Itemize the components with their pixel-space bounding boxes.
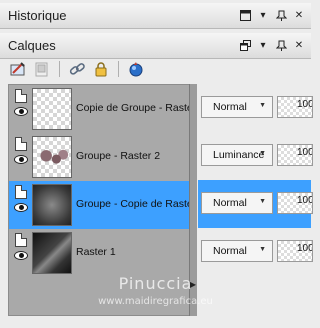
lock-icon[interactable] (91, 60, 111, 78)
dropdown-arrow-icon: ▼ (259, 150, 266, 157)
blend-mode-value: Normal (213, 245, 247, 257)
layer-thumbnail (32, 88, 72, 130)
calques-title: Calques (8, 38, 56, 53)
layers-toolbar (0, 58, 311, 80)
new-raster-layer-icon[interactable] (8, 60, 28, 78)
dropdown-arrow-icon[interactable]: ▾ (257, 40, 269, 52)
layer-thumbnail (32, 232, 72, 274)
layer-row[interactable]: Copie de Groupe - Raster 2 (9, 85, 205, 133)
layer-name[interactable]: Copie de Groupe - Raster 2 (76, 102, 205, 114)
layer-row-selected[interactable]: Groupe - Copie de Raster 1 (9, 181, 205, 229)
visibility-eye-icon[interactable] (14, 155, 28, 164)
layer-row[interactable]: Raster 1 (9, 229, 196, 277)
layer-thumbnail (32, 184, 72, 226)
layer-page-icon[interactable] (15, 233, 27, 247)
calques-panel-header[interactable]: Calques ▾ ✕ (0, 33, 311, 59)
layer-properties-row-selected: Normal ▼ 100 (198, 180, 313, 228)
dropdown-arrow-icon: ▼ (259, 246, 266, 253)
layer-page-icon[interactable] (15, 185, 27, 199)
layer-row[interactable]: Groupe - Raster 2 (9, 133, 196, 181)
toolbar-separator (59, 61, 60, 77)
link-icon[interactable] (67, 60, 87, 78)
blend-mode-value: Normal (213, 101, 247, 113)
blend-mode-select[interactable]: Normal ▼ (201, 192, 273, 214)
layer-page-icon[interactable] (15, 137, 27, 151)
watermark-url: www.maidiregrafica.eu (98, 296, 213, 307)
opacity-field[interactable]: 100 (277, 96, 313, 118)
maximize-icon[interactable] (239, 10, 251, 22)
opacity-field[interactable]: 100 (277, 144, 313, 166)
dropdown-arrow-icon: ▼ (259, 198, 266, 205)
pin-icon[interactable] (275, 40, 287, 52)
historique-title: Historique (8, 8, 67, 23)
layer-properties-icon[interactable] (126, 60, 146, 78)
blend-mode-select[interactable]: Normal ▼ (201, 240, 273, 262)
layer-name[interactable]: Groupe - Raster 2 (76, 150, 160, 162)
close-icon[interactable]: ✕ (293, 40, 305, 52)
visibility-eye-icon[interactable] (14, 203, 28, 212)
close-icon[interactable]: ✕ (293, 10, 305, 22)
visibility-eye-icon[interactable] (14, 251, 28, 260)
blend-mode-value: Normal (213, 197, 247, 209)
historique-panel-header[interactable]: Historique ▾ ✕ (0, 3, 311, 29)
opacity-field[interactable]: 100 (277, 240, 313, 262)
layer-name[interactable]: Raster 1 (76, 246, 116, 258)
dropdown-arrow-icon[interactable]: ▾ (257, 10, 269, 22)
pin-icon[interactable] (275, 10, 287, 22)
blend-mode-select[interactable]: Luminance ▼ (201, 144, 273, 166)
layer-name[interactable]: Groupe - Copie de Raster 1 (76, 198, 205, 210)
layer-page-icon[interactable] (15, 89, 27, 103)
blend-mode-select[interactable]: Normal ▼ (201, 96, 273, 118)
restore-window-icon[interactable] (239, 40, 251, 52)
layer-properties-row: Luminance ▼ 100 (198, 132, 313, 180)
visibility-eye-icon[interactable] (14, 107, 28, 116)
dropdown-arrow-icon: ▼ (259, 102, 266, 109)
layer-thumbnail (32, 136, 72, 178)
opacity-field[interactable]: 100 (277, 192, 313, 214)
layer-properties-row: Normal ▼ 100 (198, 228, 313, 276)
toolbar-separator (118, 61, 119, 77)
layer-properties-row: Normal ▼ 100 (198, 84, 313, 132)
blend-mode-value: Luminance (213, 149, 265, 161)
new-mask-layer-icon[interactable] (32, 60, 52, 78)
watermark-author: Pinuccia (118, 274, 193, 293)
